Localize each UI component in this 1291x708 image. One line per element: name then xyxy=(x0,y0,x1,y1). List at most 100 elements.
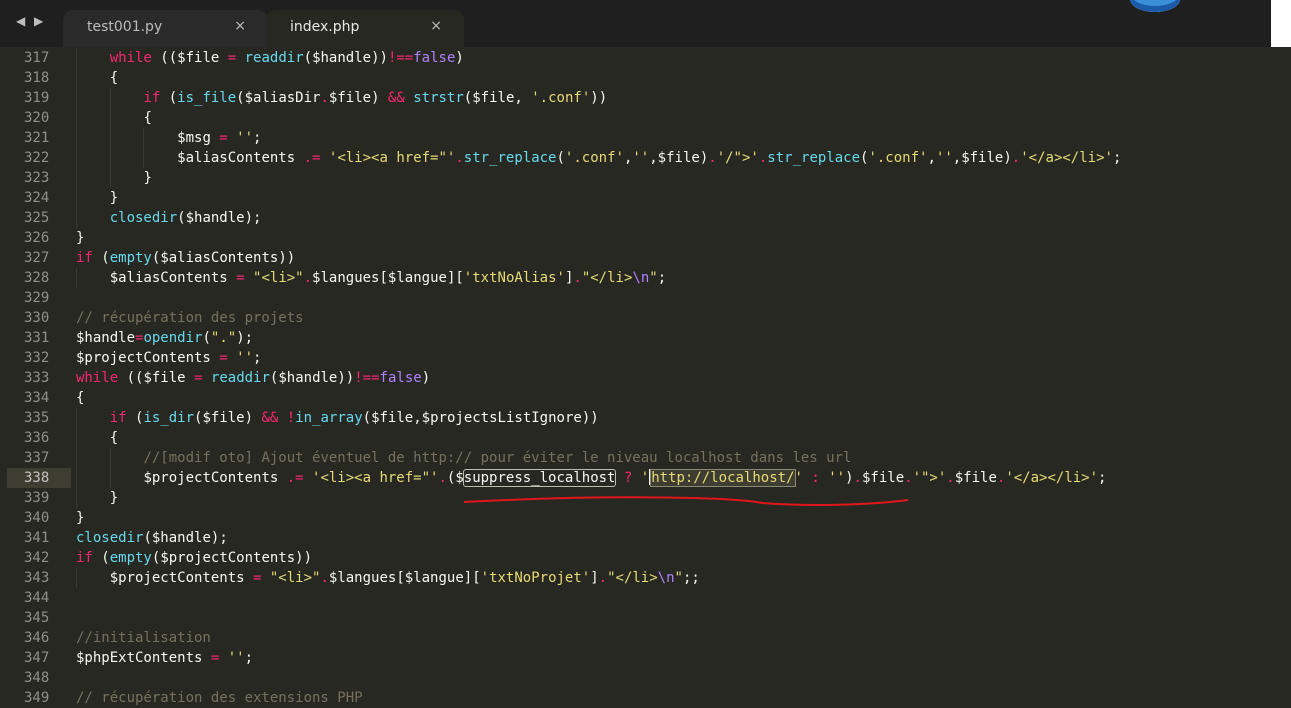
tab-test001-py[interactable]: test001.py × xyxy=(63,10,268,47)
code-token: $handle xyxy=(312,50,372,66)
code-line[interactable]: 319 if (is_file($aliasDir.$file) && strst… xyxy=(7,88,1291,108)
code-editor[interactable]: 317 while (($file = readdir($handle))!==f… xyxy=(7,47,1291,706)
code-line[interactable]: 343 $projectContents = "<li>".$langues[$l… xyxy=(7,568,1291,588)
code-line[interactable]: 324} xyxy=(7,188,1291,208)
code-text: } xyxy=(76,228,84,248)
code-line[interactable]: 320 { xyxy=(7,108,1291,128)
code-line[interactable]: 345 xyxy=(7,608,1291,628)
code-line[interactable]: 335 if (is_dir($file) && !in_array($file,… xyxy=(7,408,1291,428)
line-number: 349 xyxy=(24,690,50,706)
code-token: is_dir xyxy=(143,410,195,426)
code-token: !== xyxy=(354,370,380,386)
code-token: empty xyxy=(109,550,152,566)
code-token: ( xyxy=(92,550,110,566)
code-token: . xyxy=(904,470,913,486)
code-text: { xyxy=(110,68,118,88)
code-token: opendir xyxy=(143,330,203,346)
indent-guide xyxy=(143,128,145,148)
code-token: ) xyxy=(699,150,709,166)
code-token: $aliasContents xyxy=(160,250,279,266)
code-token: is_file xyxy=(177,90,237,106)
code-text: } xyxy=(76,508,84,528)
code-line[interactable]: 347 $phpExtContents = ''; xyxy=(7,648,1291,668)
code-token: $handle xyxy=(151,530,211,546)
code-token: '.conf' xyxy=(868,150,928,166)
code-line[interactable]: 346 //initialisation xyxy=(7,628,1291,648)
code-line[interactable]: 328 $aliasContents = "<li>".$langues[$lan… xyxy=(7,268,1291,288)
code-token: = xyxy=(210,130,237,146)
code-line[interactable]: 318 { xyxy=(7,68,1291,88)
code-line[interactable]: 329 xyxy=(7,288,1291,308)
code-line[interactable]: 323} xyxy=(7,168,1291,188)
code-token: $handle xyxy=(278,370,338,386)
code-token: if xyxy=(76,550,93,566)
code-text: { xyxy=(110,428,118,448)
code-token: ) xyxy=(371,90,388,106)
code-token: } xyxy=(76,510,85,526)
code-line[interactable]: 338 $projectContents .= '<li><a href="'.(… xyxy=(7,468,1291,488)
code-token: { xyxy=(143,110,152,126)
line-number: 340 xyxy=(24,510,50,526)
code-token: ) xyxy=(421,370,431,386)
code-line[interactable]: 327 if (empty($aliasContents)) xyxy=(7,248,1291,268)
code-token: { xyxy=(76,390,85,406)
code-token: false xyxy=(413,50,456,66)
line-number: 331 xyxy=(24,330,50,346)
code-line[interactable]: 341 closedir($handle); xyxy=(7,528,1291,548)
code-line[interactable]: 348 xyxy=(7,668,1291,688)
code-token: (( xyxy=(151,50,178,66)
indent-guide xyxy=(143,148,145,168)
code-token: $file xyxy=(861,470,905,486)
code-line[interactable]: 336 { xyxy=(7,428,1291,448)
indent-guide xyxy=(109,108,111,128)
code-line[interactable]: 344 xyxy=(7,588,1291,608)
code-token: ( xyxy=(202,330,211,346)
code-line[interactable]: 330 // récupération des projets xyxy=(7,308,1291,328)
code-token: ; xyxy=(253,130,262,146)
tab-scroll-left-icon[interactable]: ◀ xyxy=(16,14,25,28)
code-token: } xyxy=(76,230,85,246)
app-logo-icon xyxy=(1130,0,1180,12)
code-line[interactable]: 342 if (empty($projectContents)) xyxy=(7,548,1291,568)
code-line[interactable]: 349 // récupération des extensions PHP xyxy=(7,688,1291,708)
close-icon[interactable]: × xyxy=(430,18,442,34)
code-token: $file xyxy=(954,470,997,486)
code-token: } xyxy=(109,190,119,206)
code-line[interactable]: 321 $msg = ''; xyxy=(7,128,1291,148)
code-token: $aliasContents xyxy=(177,150,296,166)
code-line[interactable]: 317 while (($file = readdir($handle))!==f… xyxy=(7,48,1291,68)
line-number: 347 xyxy=(24,650,50,666)
code-token: if xyxy=(143,90,161,106)
code-token: ; xyxy=(1098,470,1107,486)
code-token: )) xyxy=(371,50,388,66)
code-line[interactable]: 325 closedir($handle); xyxy=(7,208,1291,228)
code-line[interactable]: 332 $projectContents = ''; xyxy=(7,348,1291,368)
code-token: = xyxy=(219,50,245,66)
line-number: 321 xyxy=(24,130,50,146)
code-line[interactable]: 337 //[modif oto] Ajout éventuel de http:… xyxy=(7,448,1291,468)
line-number: 328 xyxy=(24,270,50,286)
tab-index-php[interactable]: index.php × xyxy=(266,10,464,47)
code-line[interactable]: 334 { xyxy=(7,388,1291,408)
code-token: , xyxy=(413,410,422,426)
indent-guide xyxy=(76,88,77,108)
code-token: if xyxy=(76,250,93,266)
code-token: "</li> xyxy=(581,270,633,286)
code-token: readdir xyxy=(244,50,304,66)
close-icon[interactable]: × xyxy=(234,18,246,34)
code-line[interactable]: 333 while (($file = readdir($handle))!==f… xyxy=(7,368,1291,388)
code-line[interactable]: 326} xyxy=(7,228,1291,248)
code-token: ( xyxy=(303,50,313,66)
red-underline-annotation xyxy=(463,496,909,506)
tab-scroll-right-icon[interactable]: ▶ xyxy=(34,14,43,28)
code-line[interactable]: 331 $handle=opendir("."); xyxy=(7,328,1291,348)
code-token: = xyxy=(244,570,270,586)
indent-guide xyxy=(109,448,111,468)
code-token: ][ xyxy=(446,270,464,286)
code-token: '' xyxy=(935,150,953,166)
tab-bar: ◀ ▶ test001.py × index.php × xyxy=(0,0,1291,47)
code-line[interactable]: 322 $aliasContents .= '<li><a href="'.str… xyxy=(7,148,1291,168)
code-token: $aliasContents xyxy=(109,270,228,286)
tab-label: test001.py xyxy=(87,19,163,35)
code-token: closedir xyxy=(76,530,144,546)
